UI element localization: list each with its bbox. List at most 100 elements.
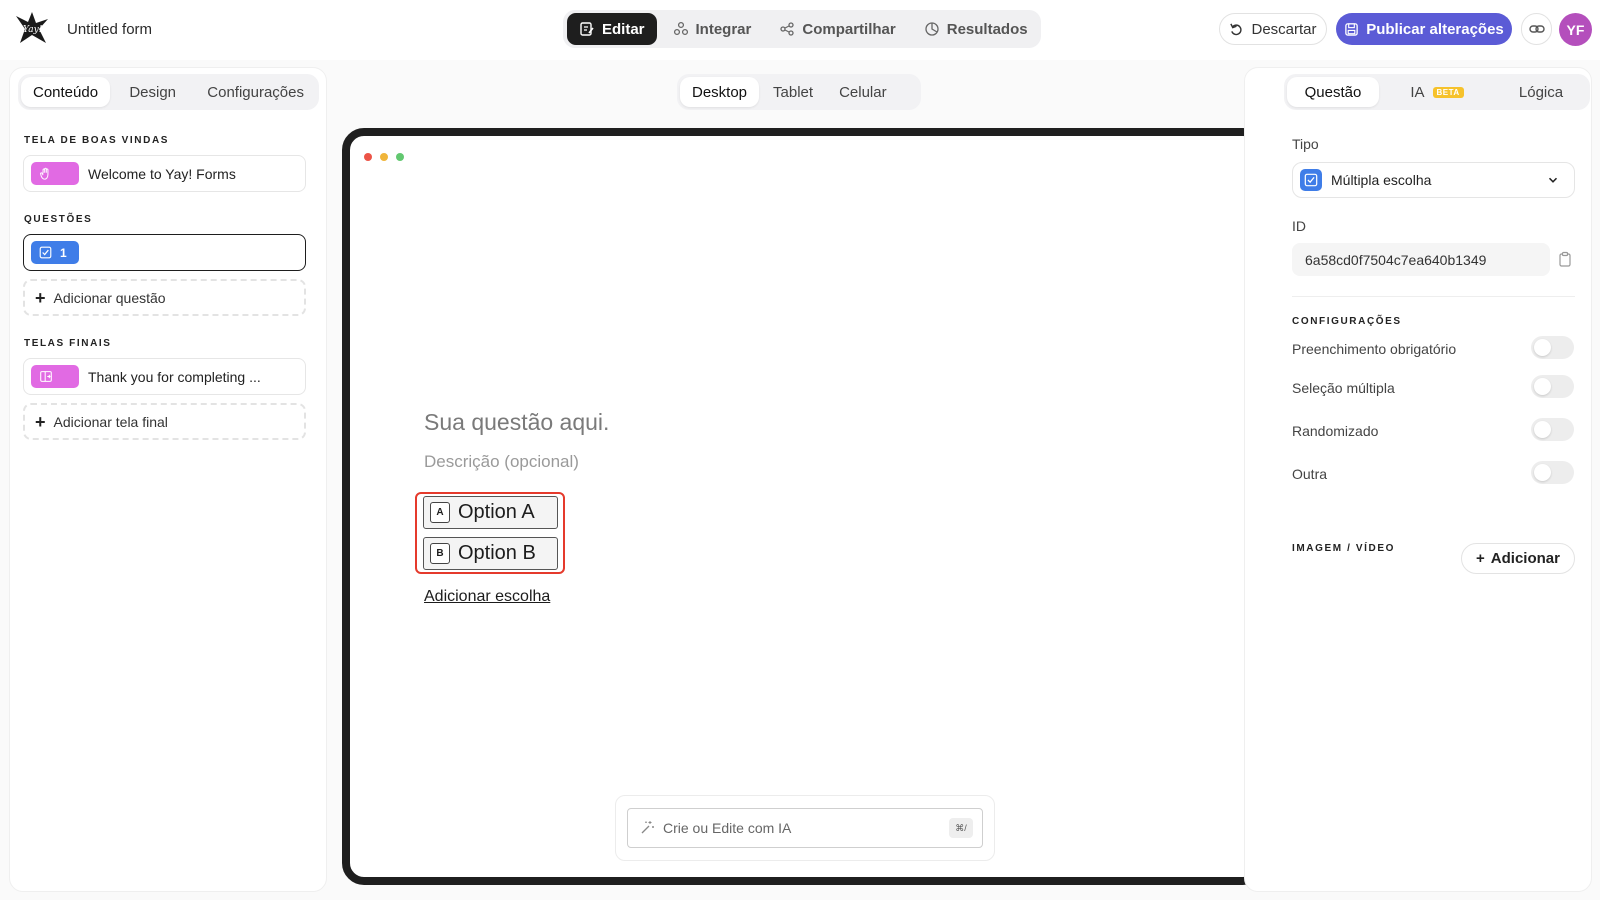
main-tabs: Editar Integrar Compartilhar Resultados: [563, 10, 1041, 48]
setting-multiple-label: Seleção múltipla: [1292, 380, 1395, 396]
publish-label: Publicar alterações: [1366, 20, 1504, 38]
tab-results-label: Resultados: [946, 20, 1028, 38]
tab-edit[interactable]: Editar: [567, 13, 657, 45]
add-media-label: Adicionar: [1490, 550, 1560, 567]
ai-prompt-field[interactable]: ⌘/: [627, 808, 983, 848]
user-avatar[interactable]: YF: [1559, 13, 1592, 46]
yay-forms-logo[interactable]: Yay!: [14, 10, 50, 46]
option-key: B: [430, 543, 450, 564]
id-label: ID: [1292, 218, 1306, 234]
checkbox-icon: [1304, 173, 1318, 187]
share-icon: [780, 22, 795, 36]
discard-button[interactable]: Descartar: [1219, 13, 1327, 45]
type-chip: [1300, 169, 1322, 191]
tab-integrate-label: Integrar: [695, 20, 752, 38]
results-icon: [925, 22, 939, 36]
welcome-chip: [31, 162, 79, 185]
undo-icon: [1230, 23, 1243, 35]
welcome-item-label: Welcome to Yay! Forms: [88, 165, 236, 182]
preview-frame: Sua questão aqui. Descrição (opcional) A…: [342, 128, 1265, 885]
plus-icon: +: [1476, 550, 1485, 567]
add-end-screen-label: Adicionar tela final: [53, 413, 168, 430]
option-label: Option B: [458, 542, 536, 564]
window-minimize-dot: [380, 153, 388, 161]
save-icon: [1345, 22, 1358, 36]
tab-desktop[interactable]: Desktop: [680, 77, 760, 107]
clipboard-icon: [1559, 251, 1571, 267]
svg-text:Yay!: Yay!: [23, 25, 43, 35]
plus-icon: +: [35, 411, 46, 432]
other-option-toggle[interactable]: [1531, 461, 1574, 484]
beta-badge: BETA: [1432, 86, 1464, 98]
add-media-button[interactable]: + Adicionar: [1461, 543, 1575, 574]
tab-mobile[interactable]: Celular: [827, 77, 899, 107]
question-chip: 1: [31, 241, 79, 264]
welcome-section-label: TELA DE BOAS VINDAS: [24, 135, 170, 146]
tab-ai[interactable]: IA BETA: [1391, 77, 1483, 107]
randomize-toggle[interactable]: [1531, 418, 1574, 441]
tab-edit-label: Editar: [602, 20, 645, 38]
tab-share-label: Compartilhar: [802, 20, 896, 38]
add-question-label: Adicionar questão: [53, 289, 166, 306]
add-choice-link[interactable]: Adicionar escolha: [424, 588, 550, 606]
tab-question[interactable]: Questão: [1287, 77, 1379, 107]
tab-logic[interactable]: Lógica: [1495, 77, 1587, 107]
divider: [1292, 296, 1575, 297]
end-screens-section-label: TELAS FINAIS: [24, 338, 112, 349]
tab-results[interactable]: Resultados: [912, 13, 1040, 45]
tab-tablet[interactable]: Tablet: [761, 77, 825, 107]
tab-design[interactable]: Design: [117, 77, 188, 107]
window-maximize-dot: [396, 153, 404, 161]
plus-icon: +: [35, 287, 46, 308]
publish-button[interactable]: Publicar alterações: [1336, 13, 1512, 45]
window-close-dot: [364, 153, 372, 161]
shortcut-hint: ⌘/: [949, 818, 973, 838]
magic-wand-icon: [641, 821, 654, 834]
question-number: 1: [60, 245, 67, 260]
question-title[interactable]: Sua questão aqui.: [424, 409, 609, 436]
required-toggle[interactable]: [1531, 336, 1574, 359]
setting-other-label: Outra: [1292, 466, 1328, 482]
ai-prompt-panel: ⌘/: [615, 795, 995, 861]
option-label: Option A: [458, 501, 535, 523]
ai-prompt-input[interactable]: [663, 820, 923, 836]
media-section-label: IMAGEM / VÍDEO: [1292, 543, 1395, 554]
end-screen-label: Thank you for completing ...: [88, 368, 261, 385]
question-type-select[interactable]: Múltipla escolha: [1292, 162, 1575, 198]
edit-icon: [580, 22, 594, 36]
questions-section-label: QUESTÕES: [24, 214, 93, 225]
sidebar-tabs: Conteúdo Design Configurações: [18, 74, 319, 110]
integrate-icon: [673, 21, 688, 36]
link-icon: [1528, 25, 1545, 33]
tab-settings[interactable]: Configurações: [195, 77, 316, 107]
discard-label: Descartar: [1251, 20, 1317, 38]
form-title[interactable]: Untitled form: [67, 21, 152, 38]
tab-content[interactable]: Conteúdo: [21, 77, 111, 107]
tab-ai-label: IA: [1410, 83, 1425, 101]
question-item[interactable]: 1: [23, 234, 306, 271]
option-b[interactable]: B Option B: [423, 537, 558, 570]
properties-tabs: Questão IA BETA Lógica: [1284, 74, 1590, 110]
option-key: A: [430, 502, 450, 523]
question-type-value: Múltipla escolha: [1331, 172, 1432, 188]
end-screen-item[interactable]: Thank you for completing ...: [23, 358, 306, 395]
checkbox-icon: [39, 246, 52, 259]
add-question-button[interactable]: + Adicionar questão: [23, 279, 306, 316]
tab-integrate[interactable]: Integrar: [661, 13, 764, 45]
multiple-selection-toggle[interactable]: [1531, 375, 1574, 398]
question-description[interactable]: Descrição (opcional): [424, 452, 579, 472]
exit-icon: [40, 371, 52, 382]
option-a[interactable]: A Option A: [423, 496, 558, 529]
welcome-screen-item[interactable]: Welcome to Yay! Forms: [23, 155, 306, 192]
type-label: Tipo: [1292, 136, 1319, 152]
copy-id-button[interactable]: [1557, 251, 1573, 272]
hand-wave-icon: [40, 167, 49, 180]
settings-section-label: CONFIGURAÇÕES: [1292, 316, 1402, 327]
device-tabs: Desktop Tablet Celular: [677, 74, 921, 110]
add-end-screen-button[interactable]: + Adicionar tela final: [23, 403, 306, 440]
copy-link-button[interactable]: [1521, 13, 1552, 45]
end-screen-chip: [31, 365, 79, 388]
tab-share[interactable]: Compartilhar: [767, 13, 907, 45]
setting-required-label: Preenchimento obrigatório: [1292, 341, 1457, 357]
question-id-field[interactable]: 6a58cd0f7504c7ea640b1349: [1292, 243, 1550, 276]
